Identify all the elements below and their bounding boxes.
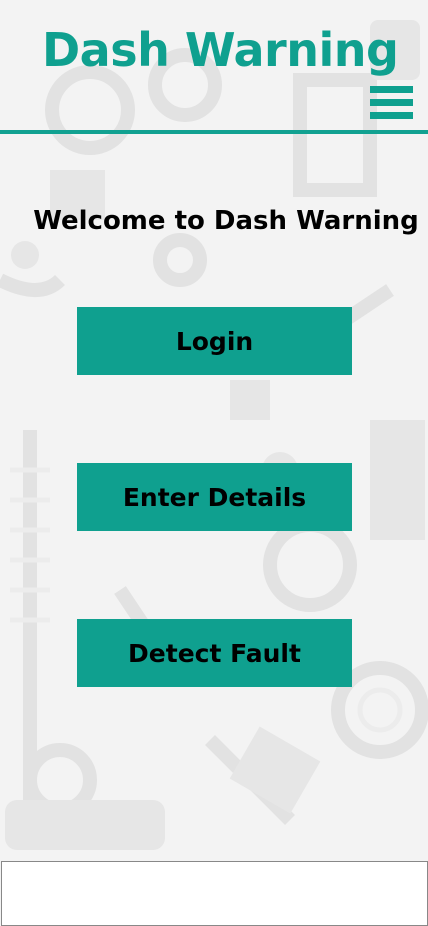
enter-details-button[interactable]: Enter Details <box>77 463 352 531</box>
app-title: Dash Warning <box>42 23 399 77</box>
menu-bar <box>370 86 413 93</box>
menu-bar <box>370 99 413 106</box>
footer-panel <box>1 861 428 926</box>
detect-fault-button[interactable]: Detect Fault <box>77 619 352 687</box>
welcome-heading: Welcome to Dash Warning <box>33 206 419 236</box>
hamburger-menu-icon[interactable] <box>370 86 413 122</box>
menu-bar <box>370 112 413 119</box>
login-button[interactable]: Login <box>77 307 352 375</box>
header-divider <box>0 130 428 134</box>
